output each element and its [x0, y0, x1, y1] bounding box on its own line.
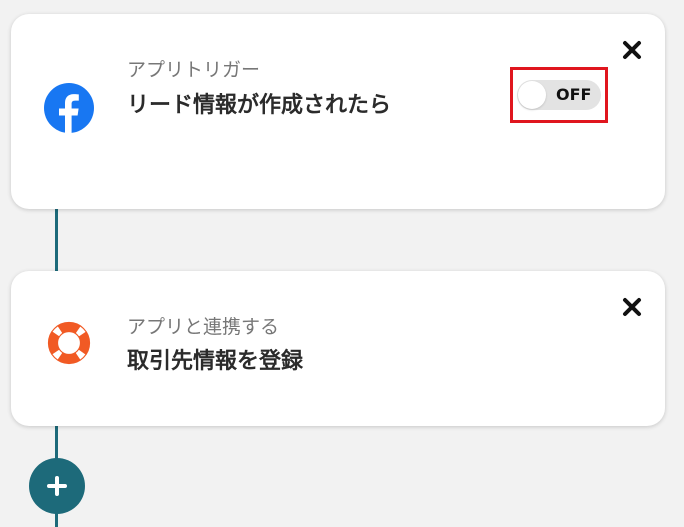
step-title[interactable]: リード情報が作成されたら	[127, 87, 407, 124]
plus-icon	[46, 475, 68, 501]
toggle-highlight-box: OFF	[510, 67, 608, 123]
facebook-icon	[43, 82, 95, 138]
close-icon[interactable]	[621, 39, 643, 61]
trigger-step-card[interactable]: アプリトリガー リード情報が作成されたら OFF	[11, 14, 665, 209]
lifebuoy-icon	[47, 321, 91, 369]
add-step-button[interactable]	[29, 458, 85, 514]
action-step-card[interactable]: アプリと連携する 取引先情報を登録	[11, 271, 665, 426]
toggle-state-label: OFF	[556, 85, 592, 104]
step-type-label: アプリトリガー	[127, 59, 261, 81]
close-icon[interactable]	[621, 296, 643, 318]
trigger-toggle-switch[interactable]: OFF	[517, 80, 601, 110]
step-title[interactable]: 取引先情報を登録	[127, 343, 527, 380]
step-type-label: アプリと連携する	[127, 316, 280, 338]
toggle-knob[interactable]	[518, 81, 546, 109]
flow-connector-top	[55, 209, 58, 271]
